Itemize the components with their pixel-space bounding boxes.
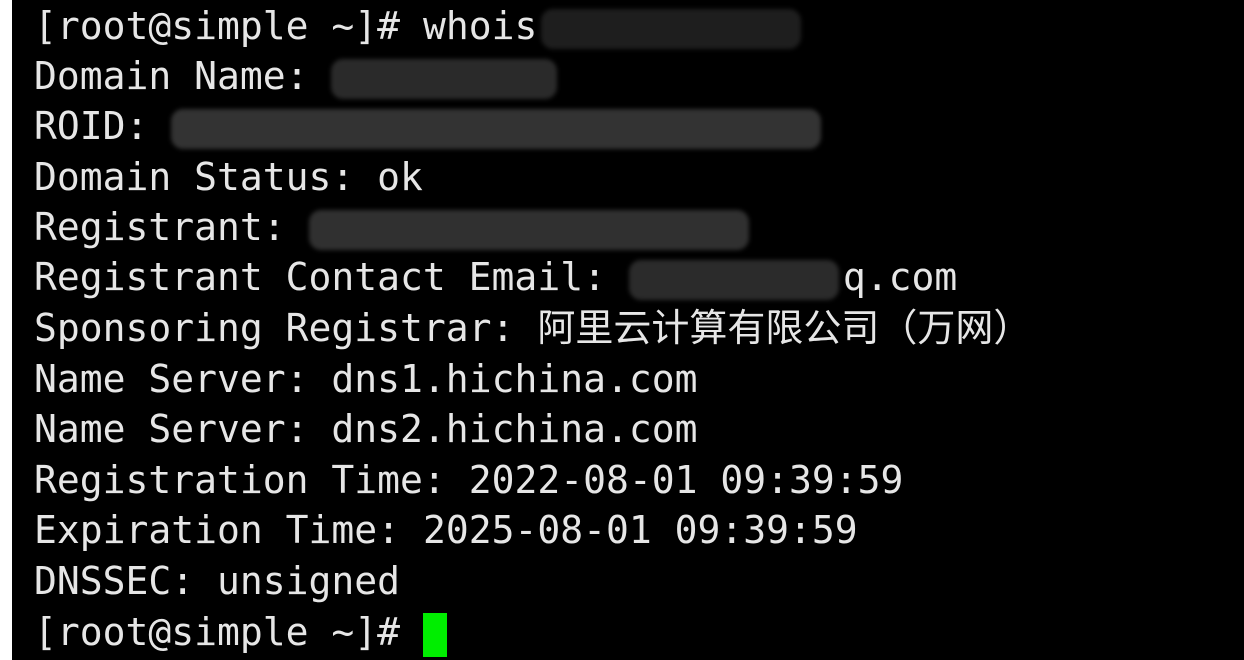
shell-prompt: [root@simple ~]# [34, 4, 423, 48]
field-label: Expiration Time: [34, 508, 423, 552]
field-label: DNSSEC: [34, 559, 218, 603]
redacted-roid [171, 108, 822, 149]
output-line-domain-name: Domain Name: [34, 51, 558, 101]
field-label: Registrant: [34, 205, 309, 249]
field-label: Domain Name: [34, 54, 332, 98]
field-value: 阿里云计算有限公司（万网） [537, 306, 1032, 350]
field-value: dns2.hichina.com [331, 407, 698, 451]
field-label: Name Server: [34, 357, 332, 401]
field-label: Registrant Contact Email: [34, 255, 629, 299]
field-label: Name Server: [34, 407, 332, 451]
field-value: unsigned [217, 559, 401, 603]
output-line-registrant-email: Registrant Contact Email: q.com [34, 252, 957, 302]
field-label: Sponsoring Registrar: [34, 306, 538, 350]
output-line-dnssec: DNSSEC: unsigned [34, 556, 400, 606]
field-label: Domain Status: [34, 155, 378, 199]
command-text: whois [422, 4, 538, 48]
field-label: Registration Time: [34, 458, 469, 502]
field-value: 2022-08-01 09:39:59 [468, 458, 904, 502]
field-value: dns1.hichina.com [331, 357, 698, 401]
redacted-registrant [308, 209, 749, 250]
field-value: ok [377, 155, 423, 199]
output-line-name-server-2: Name Server: dns2.hichina.com [34, 404, 697, 454]
terminal-window[interactable]: [root@simple ~]# whois Domain Name: ROID… [0, 0, 1244, 660]
redacted-domain-name [331, 58, 558, 99]
shell-prompt: [root@simple ~]# [34, 610, 423, 654]
output-line-roid: ROID: [34, 101, 822, 151]
redacted-domain-query [541, 8, 802, 49]
redacted-email [628, 259, 839, 300]
output-line-registration-time: Registration Time: 2022-08-01 09:39:59 [34, 455, 903, 505]
output-line-sponsoring-registrar: Sponsoring Registrar: 阿里云计算有限公司（万网） [34, 303, 1031, 353]
field-label: ROID: [34, 104, 172, 148]
output-line-expiration-time: Expiration Time: 2025-08-01 09:39:59 [34, 505, 858, 555]
field-value: 2025-08-01 09:39:59 [422, 508, 858, 552]
text-cursor [422, 612, 447, 657]
window-border [0, 0, 12, 660]
output-line-domain-status: Domain Status: ok [34, 152, 423, 202]
terminal-output: [root@simple ~]# whois Domain Name: ROID… [34, 0, 1244, 660]
command-line: [root@simple ~]# whois [34, 1, 802, 51]
input-line[interactable]: [root@simple ~]# [34, 607, 447, 657]
field-value: q.com [842, 255, 958, 299]
output-line-registrant: Registrant: [34, 202, 749, 252]
output-line-name-server-1: Name Server: dns1.hichina.com [34, 354, 697, 404]
